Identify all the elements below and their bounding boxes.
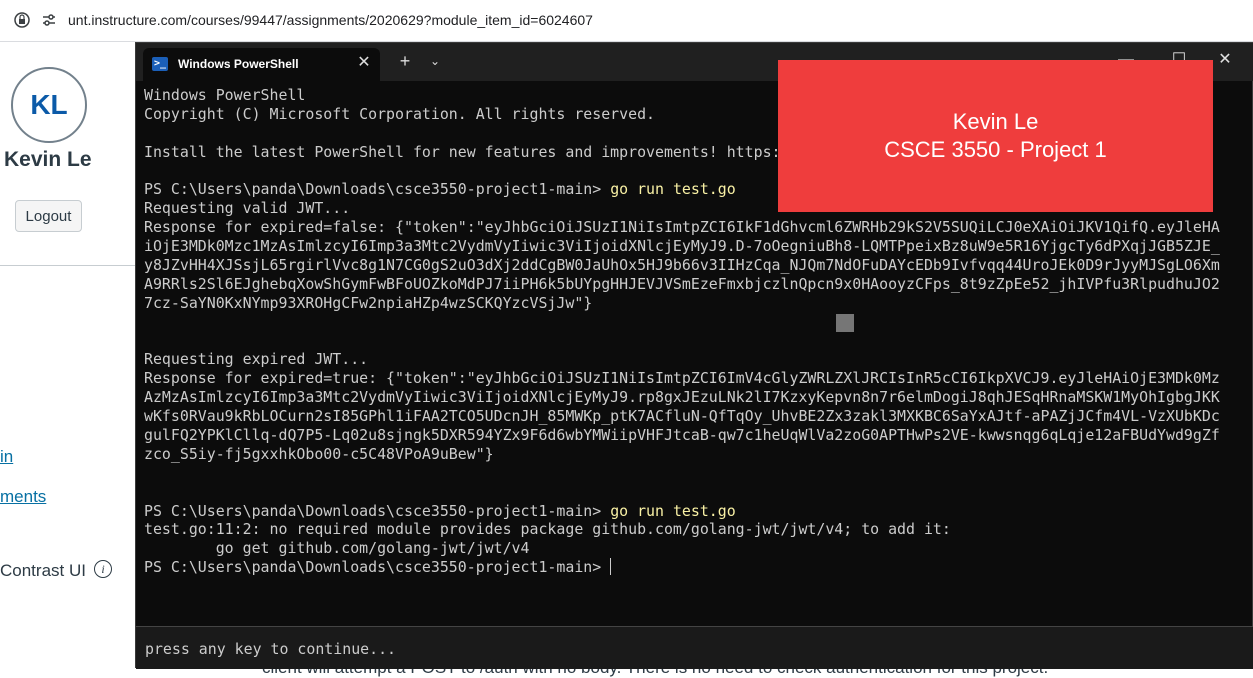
contrast-ui-label: Contrast UI	[0, 561, 86, 580]
pause-prompt-bar: press any key to continue...	[136, 626, 1253, 669]
divider	[0, 265, 140, 266]
tab-windows-powershell[interactable]: >_ Windows PowerShell ✕	[143, 48, 380, 81]
powershell-icon: >_	[152, 57, 168, 71]
nav-link-partial-1[interactable]: in	[0, 447, 13, 467]
prompt-text: PS C:\Users\panda\Downloads\csce3550-pro…	[144, 558, 611, 576]
site-settings-icon[interactable]	[40, 12, 58, 30]
overlay-name: Kevin Le	[952, 109, 1039, 134]
tab-title: Windows PowerShell	[178, 57, 299, 71]
terminal-line: Requesting expired JWT...	[144, 350, 369, 369]
close-window-icon[interactable]: ✕	[1210, 48, 1240, 72]
text-cursor	[610, 558, 612, 576]
terminal-line: go get github.com/golang-jwt/jwt/v4	[144, 539, 530, 558]
browser-address-bar: unt.instructure.com/courses/99447/assign…	[0, 0, 1253, 42]
url-text[interactable]: unt.instructure.com/courses/99447/assign…	[68, 12, 593, 28]
overlay-course: CSCE 3550 - Project 1	[884, 137, 1107, 162]
close-tab-icon[interactable]: ✕	[355, 54, 373, 72]
avatar-initials: KL	[30, 89, 68, 120]
scroll-marker	[836, 314, 854, 332]
terminal-line: PS C:\Users\panda\Downloads\csce3550-pro…	[144, 502, 1244, 521]
terminal-line: PS C:\Users\panda\Downloads\csce3550-pro…	[144, 558, 1244, 576]
terminal-line: A9RRls2Sl6EJghebqXowShGymFwBFoUOZkoMdPJ7…	[144, 274, 1220, 293]
terminal-line: wKfs0RVau9kRbLOCurn2sI85GPhl1iFAA2TCO5UD…	[144, 407, 1220, 426]
terminal-line: 7cz-SaYN0KxNYmp93XROHgCFw2npiaHZp4wzSCKQ…	[144, 293, 593, 312]
logout-button[interactable]: Logout	[15, 200, 82, 232]
terminal-line: y8JZvHH4XJSsjL65rgirlVvc8g1N7CG0gS2uO3dX…	[144, 256, 1220, 275]
terminal-line: Response for expired=true: {"token":"eyJ…	[144, 369, 1220, 388]
name-overlay-card: Kevin Le CSCE 3550 - Project 1	[778, 60, 1213, 212]
terminal-line: test.go:11:2: no required module provide…	[144, 520, 951, 539]
command-text: go run test.go	[610, 180, 736, 199]
new-tab-icon[interactable]: +	[395, 51, 415, 71]
terminal-line: iOjE3MDk0Mzc1MzAsImlzcyI6Imp3a3Mtc2VydmV…	[144, 237, 1220, 256]
command-text: go run test.go	[610, 501, 736, 520]
info-icon[interactable]: i	[94, 560, 112, 578]
terminal-line: Response for expired=false: {"token":"ey…	[144, 218, 1220, 237]
prompt-text: PS C:\Users\panda\Downloads\csce3550-pro…	[144, 180, 611, 199]
user-name: Kevin Le	[4, 148, 92, 171]
prompt-text: PS C:\Users\panda\Downloads\csce3550-pro…	[144, 501, 611, 520]
page-info-icon[interactable]	[13, 12, 31, 30]
press-any-key-text: press any key to continue...	[145, 640, 397, 658]
nav-link-partial-2[interactable]: ments	[0, 487, 46, 507]
terminal-line: zco_S5iy-fj5gxxhkObo00-c5C48VPoA9uBew"}	[144, 444, 494, 463]
chevron-down-icon[interactable]: ⌄	[426, 51, 444, 71]
avatar[interactable]: KL	[11, 67, 87, 143]
terminal-line: AzMzAsImlzcyI6Imp3a3Mtc2VydmVyIiwic3ViIj…	[144, 388, 1220, 407]
terminal-line: gulFQ2YPKlCllq-dQ7P5-Lq02u8sjngk5DXR594Y…	[144, 426, 1220, 445]
